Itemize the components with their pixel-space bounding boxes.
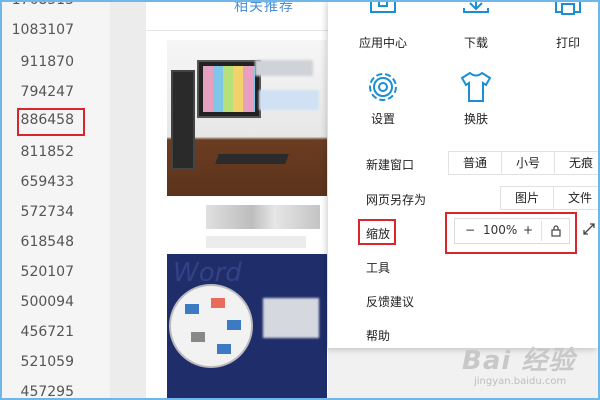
tool-label: 打印: [555, 36, 580, 50]
blurred-region: [263, 298, 319, 338]
list-item: 811852: [20, 144, 74, 160]
list-item: 1083107: [11, 22, 74, 38]
save-as-file-option[interactable]: 文件: [553, 186, 600, 210]
list-item: 520107: [20, 264, 74, 280]
app-center-button[interactable]: 应用中心: [348, 0, 418, 51]
zoom-control: − 100% +: [454, 218, 570, 244]
fullscreen-icon[interactable]: [582, 222, 596, 236]
menu-item-feedback[interactable]: 反馈建议: [366, 293, 414, 310]
blurred-caption-line: [206, 236, 306, 248]
tool-label: 换肤: [463, 112, 488, 126]
baidu-jingyan-watermark: Bai 经验 jingyan.baidu.com: [462, 340, 594, 396]
article-thumbnail[interactable]: Word: [167, 254, 327, 400]
blurred-region: [259, 90, 319, 110]
download-icon: [463, 0, 489, 13]
menu-item-help[interactable]: 帮助: [366, 327, 390, 344]
watermark-url: jingyan.baidu.com: [474, 376, 567, 387]
tshirt-icon: [460, 71, 492, 102]
list-item: 521059: [20, 354, 74, 370]
zoom-value: 100%: [483, 223, 518, 237]
desk-graphic: [169, 284, 253, 368]
settings-button[interactable]: 设置: [348, 70, 418, 127]
number-list: 1768513 1083107 911870 794247 886458 811…: [2, 0, 110, 400]
list-item: 794247: [20, 84, 74, 100]
tool-label: 下载: [463, 36, 488, 50]
print-button[interactable]: 打印: [533, 0, 600, 51]
gear-icon: [369, 73, 397, 101]
list-item: 456721: [20, 324, 74, 340]
new-window-normal-option[interactable]: 普通: [448, 151, 502, 175]
related-title[interactable]: 相关推荐: [234, 0, 294, 16]
app-center-icon: [370, 0, 396, 13]
skin-button[interactable]: 换肤: [441, 70, 511, 127]
list-item: 618548: [20, 234, 74, 250]
divider: [146, 30, 328, 31]
gutter: [110, 0, 146, 400]
save-as-label: 网页另存为: [366, 193, 427, 207]
article-thumbnail[interactable]: [167, 40, 327, 196]
list-item: 1768513: [11, 0, 74, 8]
browser-menu: 应用中心 下载 打印 设置 换肤 新建窗口 普通 小号 无痕 网页另存为 图片 …: [328, 0, 600, 348]
list-item: 572734: [20, 204, 74, 220]
monitor-graphic: [197, 60, 261, 118]
blurred-region: [255, 60, 313, 76]
list-item: 659433: [20, 174, 74, 190]
watermark-logo: Bai 经验: [462, 346, 576, 376]
lock-icon[interactable]: [551, 225, 561, 237]
keyboard-graphic: [215, 154, 289, 164]
pc-tower-graphic: [171, 70, 195, 170]
list-item: 911870: [20, 54, 74, 70]
zoom-out-button[interactable]: −: [465, 223, 475, 237]
print-icon: [555, 0, 581, 15]
new-window-label: 新建窗口: [366, 158, 415, 172]
blurred-caption[interactable]: [206, 205, 320, 229]
save-as-image-option[interactable]: 图片: [500, 186, 554, 210]
list-item: 500094: [20, 294, 74, 310]
tool-label: 设置: [370, 112, 395, 126]
list-item-highlighted: 886458: [2, 108, 85, 136]
download-button[interactable]: 下载: [441, 0, 511, 51]
list-item: 457295: [20, 384, 74, 400]
new-window-small-option[interactable]: 小号: [501, 151, 555, 175]
article-panel: 相关推荐 Word: [146, 0, 328, 400]
zoom-in-button[interactable]: +: [523, 223, 533, 237]
new-window-incognito-option[interactable]: 无痕: [554, 151, 600, 175]
menu-item-tools[interactable]: 工具: [366, 259, 390, 276]
zoom-label-highlight: [358, 219, 396, 245]
tool-label: 应用中心: [358, 36, 407, 50]
